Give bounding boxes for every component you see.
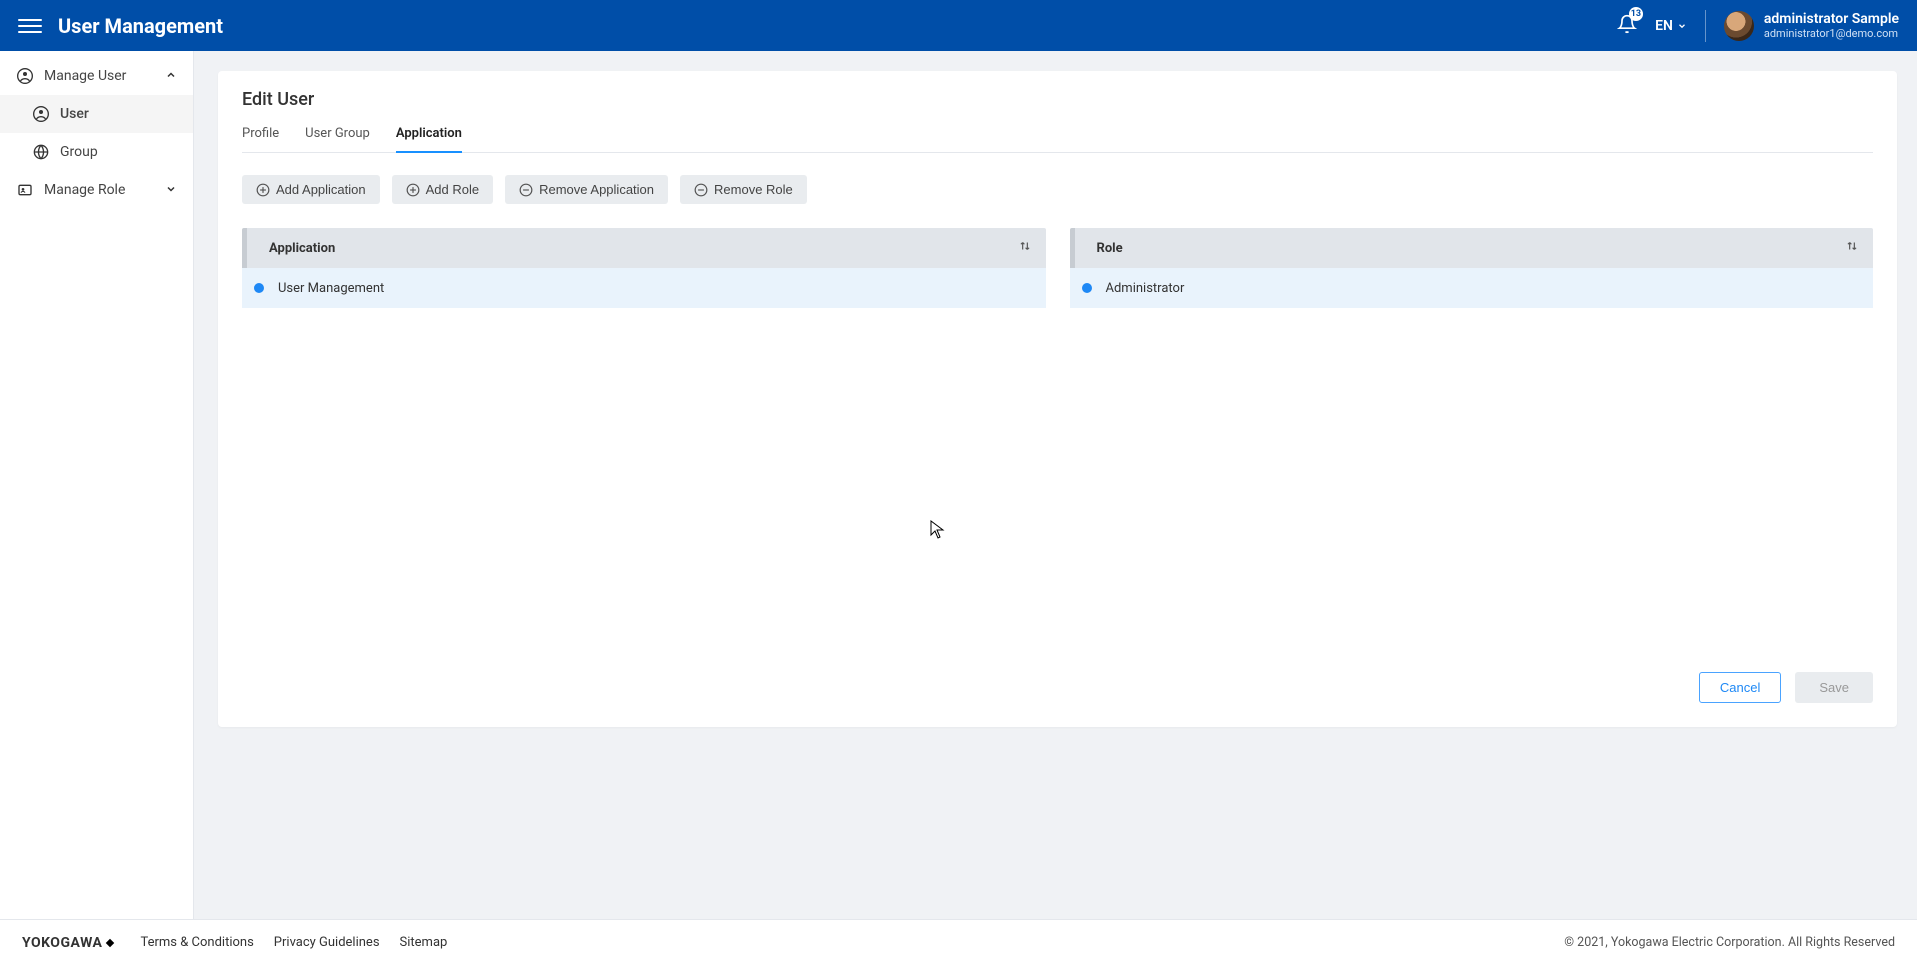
app-header: User Management 13 EN administrator Samp… [0, 0, 1917, 51]
avatar [1724, 11, 1754, 41]
user-menu[interactable]: administrator Sample administrator1@demo… [1724, 11, 1899, 41]
sidebar-item-group[interactable]: Group [0, 133, 193, 171]
remove-role-button[interactable]: Remove Role [680, 175, 807, 204]
tab-user-group[interactable]: User Group [305, 118, 370, 152]
footer-link-terms[interactable]: Terms & Conditions [140, 935, 253, 950]
role-row-label: Administrator [1106, 281, 1185, 296]
sidebar-group-label: Manage User [44, 68, 126, 84]
language-label: EN [1655, 18, 1673, 34]
sidebar-item-user[interactable]: User [0, 95, 193, 133]
sidebar-group-manage-role[interactable]: Manage Role [0, 171, 193, 209]
footer: YOKOGAWA Terms & Conditions Privacy Guid… [0, 919, 1917, 965]
user-circle-icon [16, 67, 34, 85]
toolbar: Add Application Add Role Remove Applicat… [242, 175, 1873, 204]
role-row[interactable]: Administrator [1070, 268, 1874, 308]
footer-copyright: © 2021, Yokogawa Electric Corporation. A… [1564, 935, 1895, 950]
selection-indicator-icon [1082, 283, 1092, 293]
header-right: 13 EN administrator Sample administrator… [1617, 10, 1899, 42]
edit-user-card: Edit User Profile User Group Application… [218, 71, 1897, 727]
sidebar-group-manage-user[interactable]: Manage User [0, 57, 193, 95]
sidebar: Manage User User Group Manage Role [0, 51, 194, 919]
application-panel: Application User Management [242, 228, 1046, 308]
sort-icon[interactable] [1845, 239, 1859, 257]
plus-circle-icon [256, 183, 270, 197]
globe-icon [32, 143, 50, 161]
add-role-button[interactable]: Add Role [392, 175, 493, 204]
notification-count-badge: 13 [1629, 7, 1643, 21]
footer-link-privacy[interactable]: Privacy Guidelines [274, 935, 380, 950]
user-display-name: administrator Sample [1764, 11, 1899, 28]
selection-indicator-icon [254, 283, 264, 293]
chevron-up-icon [165, 69, 177, 84]
panels: Application User Management Role [242, 228, 1873, 308]
main-content: Edit User Profile User Group Application… [194, 51, 1917, 919]
sort-icon[interactable] [1018, 239, 1032, 257]
sidebar-item-label: Group [60, 144, 98, 160]
diamond-icon [104, 937, 116, 949]
application-row-label: User Management [278, 281, 384, 296]
tab-application[interactable]: Application [396, 118, 462, 153]
footer-link-sitemap[interactable]: Sitemap [400, 935, 448, 950]
chevron-down-icon [1677, 21, 1687, 31]
notifications-button[interactable]: 13 [1617, 13, 1637, 39]
footer-brand: YOKOGAWA [22, 935, 116, 951]
page-title: Edit User [242, 89, 1873, 110]
remove-application-button[interactable]: Remove Application [505, 175, 668, 204]
column-header-application: Application [269, 241, 335, 256]
divider [1705, 10, 1706, 42]
role-panel: Role Administrator [1070, 228, 1874, 308]
add-application-button[interactable]: Add Application [242, 175, 380, 204]
column-header-role: Role [1097, 241, 1123, 256]
chevron-down-icon [165, 183, 177, 198]
plus-circle-icon [406, 183, 420, 197]
save-button[interactable]: Save [1795, 672, 1873, 703]
language-selector[interactable]: EN [1655, 18, 1687, 34]
tabs: Profile User Group Application [242, 118, 1873, 153]
sidebar-group-label: Manage Role [44, 182, 125, 198]
sidebar-item-label: User [60, 106, 89, 122]
application-row[interactable]: User Management [242, 268, 1046, 308]
app-title: User Management [58, 14, 1617, 38]
role-panel-header: Role [1070, 228, 1874, 268]
id-card-icon [16, 181, 34, 199]
user-email: administrator1@demo.com [1764, 27, 1899, 40]
menu-toggle-button[interactable] [18, 14, 42, 38]
minus-circle-icon [694, 183, 708, 197]
card-actions: Cancel Save [242, 652, 1873, 703]
hamburger-icon [18, 19, 42, 21]
minus-circle-icon [519, 183, 533, 197]
tab-profile[interactable]: Profile [242, 118, 279, 152]
cancel-button[interactable]: Cancel [1699, 672, 1781, 703]
application-panel-header: Application [242, 228, 1046, 268]
footer-links: Terms & Conditions Privacy Guidelines Si… [140, 935, 447, 950]
user-circle-icon [32, 105, 50, 123]
